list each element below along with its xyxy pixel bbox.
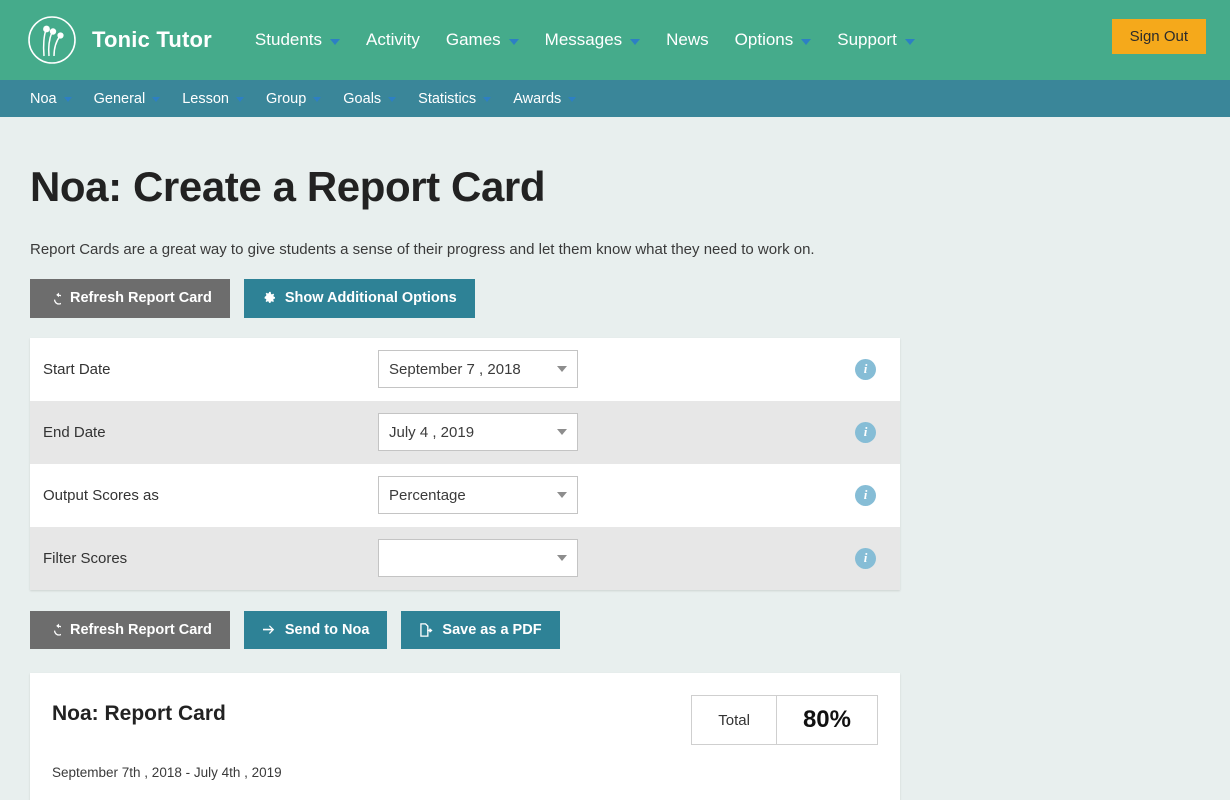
nav-item-support[interactable]: Support — [824, 24, 928, 56]
refresh-icon — [48, 292, 61, 305]
nav-label: Games — [445, 30, 501, 49]
field-label: Start Date — [43, 360, 111, 378]
chevron-down-icon — [235, 97, 244, 102]
filter-scores-select[interactable] — [378, 539, 578, 577]
brand-title[interactable]: Tonic Tutor — [92, 27, 212, 53]
nav-label: News — [666, 30, 709, 49]
subnav-label: General — [93, 90, 146, 107]
nav-item-news[interactable]: News — [653, 24, 722, 56]
refresh-report-card-button-bottom[interactable]: Refresh Report Card — [30, 610, 230, 649]
bottom-action-buttons: Refresh Report Card Send to Noa Save as … — [30, 610, 1200, 649]
save-as-pdf-button[interactable]: Save as a PDF — [401, 610, 560, 649]
total-label: Total — [692, 696, 777, 744]
report-card-date-range: September 7th , 2018 - July 4th , 2019 — [52, 765, 282, 780]
button-label: Refresh Report Card — [70, 621, 212, 638]
subnav-item-statistics[interactable]: Statistics — [407, 87, 502, 111]
chevron-down-icon — [152, 97, 161, 102]
top-action-buttons: Refresh Report Card Show Additional Opti… — [30, 279, 1200, 318]
report-card-title: Noa: Report Card — [52, 702, 226, 725]
info-icon[interactable]: i — [855, 547, 876, 569]
top-navigation-bar: Tonic Tutor Students Activity Games Mess… — [0, 0, 1230, 80]
info-icon[interactable]: i — [855, 421, 876, 443]
report-card-header: Noa: Report Card Total 80% — [52, 695, 878, 745]
form-row-end-date: End Date July 4 , 2019 i — [30, 400, 900, 464]
info-icon[interactable]: i — [855, 358, 876, 380]
start-date-select[interactable]: September 7 , 2018 — [378, 350, 578, 388]
button-label: Send to Noa — [284, 621, 370, 638]
send-to-noa-button[interactable]: Send to Noa — [243, 610, 388, 649]
nav-label: Messages — [544, 30, 623, 49]
subnav-label: Lesson — [182, 90, 229, 107]
nav-item-students[interactable]: Students — [242, 24, 353, 56]
total-value: 80% — [802, 706, 851, 733]
field-label: Output Scores as — [43, 486, 159, 504]
subnav-item-noa[interactable]: Noa — [26, 87, 83, 111]
output-scores-select-wrapper: Percentage — [378, 476, 578, 514]
report-card-options-form: Start Date September 7 , 2018 i End Date… — [30, 337, 900, 590]
chevron-down-icon — [508, 38, 519, 45]
chevron-down-icon — [904, 38, 915, 45]
nav-item-games[interactable]: Games — [433, 24, 532, 56]
tonic-tutor-logo-icon[interactable] — [26, 14, 78, 66]
field-label: End Date — [43, 423, 106, 441]
button-label: Show Additional Options — [284, 290, 457, 306]
nav-label: Activity — [366, 30, 420, 49]
secondary-navigation-bar: Noa General Lesson Group Goals Statistic… — [0, 80, 1230, 117]
subnav-label: Awards — [513, 90, 562, 107]
chevron-down-icon — [313, 97, 322, 102]
chevron-down-icon — [330, 38, 341, 45]
button-label: Save as a PDF — [442, 621, 542, 638]
arrow-right-icon — [262, 624, 276, 636]
button-label: Refresh Report Card — [70, 290, 212, 306]
report-card-preview: Noa: Report Card Total 80% September 7th… — [30, 673, 900, 800]
page-content: Noa: Create a Report Card Report Cards a… — [0, 163, 1230, 800]
form-row-filter-scores: Filter Scores i — [30, 526, 900, 590]
total-score-box: Total 80% — [691, 695, 878, 745]
start-date-select-wrapper: September 7 , 2018 — [378, 350, 578, 388]
info-icon[interactable]: i — [855, 484, 876, 506]
nav-item-messages[interactable]: Messages — [532, 24, 653, 56]
subnav-label: Goals — [343, 90, 382, 107]
subnav-item-awards[interactable]: Awards — [502, 87, 587, 111]
sign-out-button[interactable]: Sign Out — [1111, 19, 1206, 54]
subnav-item-lesson[interactable]: Lesson — [171, 87, 255, 111]
chevron-down-icon — [568, 97, 577, 102]
page-title: Noa: Create a Report Card — [30, 163, 546, 210]
output-scores-select[interactable]: Percentage — [378, 476, 578, 514]
form-row-output-scores-as: Output Scores as Percentage i — [30, 463, 900, 527]
refresh-report-card-button-top[interactable]: Refresh Report Card — [30, 279, 230, 318]
end-date-select[interactable]: July 4 , 2019 — [378, 413, 578, 451]
subnav-label: Statistics — [418, 90, 477, 107]
subnav-label: Group — [265, 90, 307, 107]
field-label: Filter Scores — [43, 549, 128, 567]
chevron-down-icon — [63, 97, 72, 102]
nav-item-options[interactable]: Options — [722, 24, 825, 56]
nav-label: Support — [837, 30, 897, 49]
chevron-down-icon — [630, 38, 641, 45]
subnav-item-goals[interactable]: Goals — [332, 87, 407, 111]
gear-icon — [262, 291, 276, 305]
page-description: Report Cards are a great way to give stu… — [30, 241, 815, 258]
nav-label: Students — [254, 30, 323, 49]
subnav-label: Noa — [30, 90, 57, 107]
refresh-icon — [48, 623, 61, 636]
form-row-start-date: Start Date September 7 , 2018 i — [30, 337, 900, 401]
primary-nav: Students Activity Games Messages News Op… — [242, 24, 928, 56]
chevron-down-icon — [801, 38, 812, 45]
nav-label: Options — [734, 30, 794, 49]
chevron-down-icon — [388, 97, 397, 102]
subnav-item-general[interactable]: General — [83, 87, 172, 111]
save-pdf-icon — [419, 622, 433, 637]
show-additional-options-button[interactable]: Show Additional Options — [243, 279, 475, 318]
filter-scores-select-wrapper — [378, 539, 578, 577]
chevron-down-icon — [483, 97, 492, 102]
end-date-select-wrapper: July 4 , 2019 — [378, 413, 578, 451]
subnav-item-group[interactable]: Group — [255, 87, 332, 111]
nav-item-activity[interactable]: Activity — [353, 24, 433, 56]
